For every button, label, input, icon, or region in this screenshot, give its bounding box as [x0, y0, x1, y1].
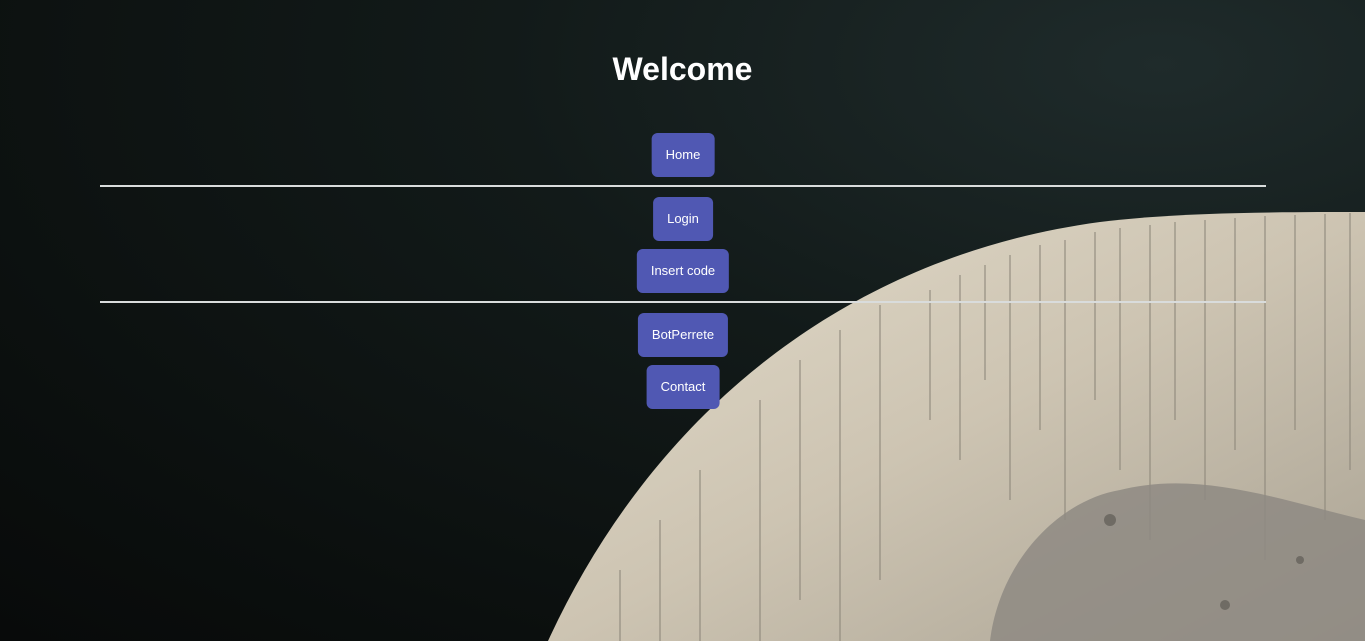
divider-top — [100, 185, 1266, 187]
home-button[interactable]: Home — [651, 133, 715, 177]
page-title: Welcome — [612, 51, 753, 87]
botperrete-button[interactable]: BotPerrete — [637, 313, 729, 357]
divider-bottom — [100, 301, 1266, 303]
contact-button[interactable]: Contact — [646, 365, 720, 409]
login-button[interactable]: Login — [653, 197, 713, 241]
insert-code-button[interactable]: Insert code — [636, 249, 730, 293]
main-content: Welcome Home Login Insert code BotPerret… — [0, 0, 1365, 641]
